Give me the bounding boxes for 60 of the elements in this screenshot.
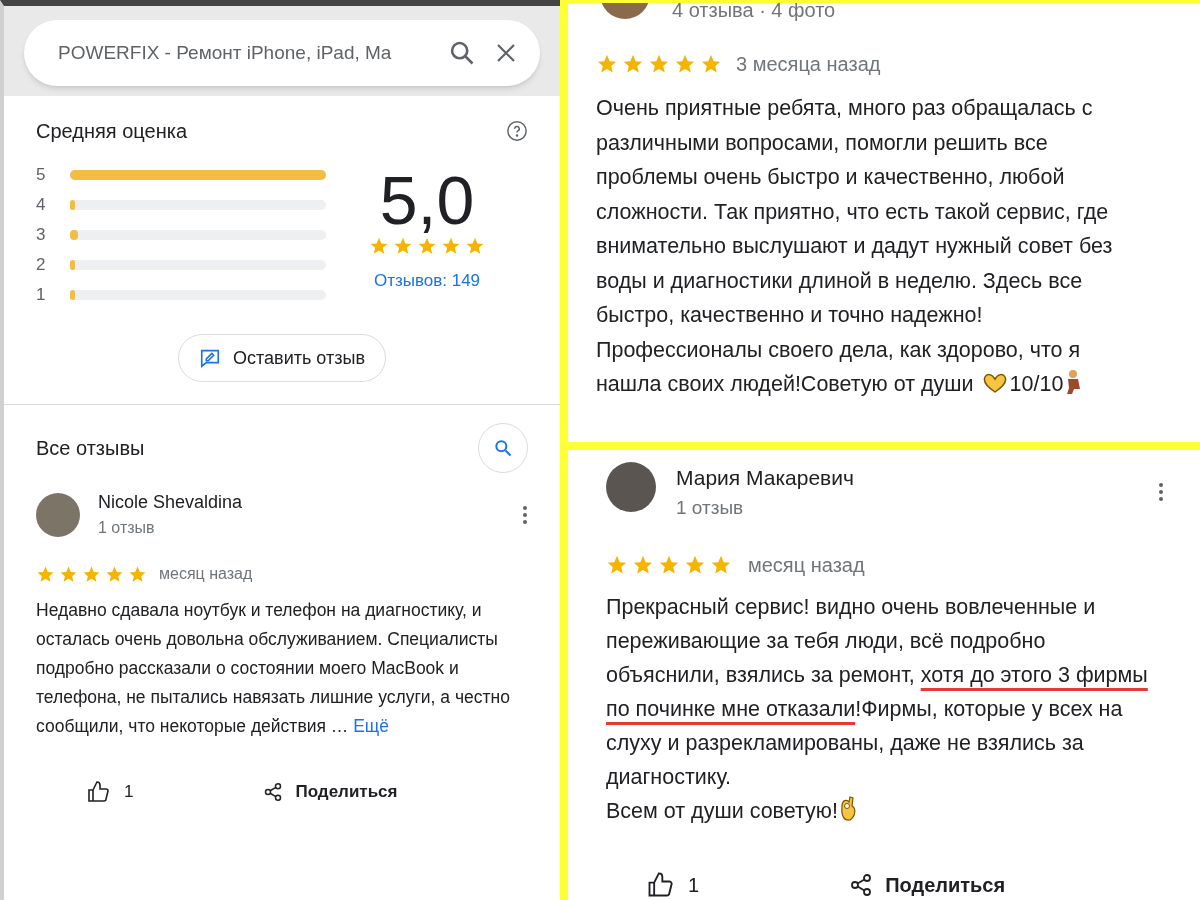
star-icon bbox=[632, 554, 654, 576]
star-icon bbox=[59, 564, 78, 584]
star-icon bbox=[606, 554, 628, 576]
rating-label: 1 bbox=[36, 284, 46, 307]
star-icon bbox=[710, 554, 732, 576]
reviewer-meta: 4 отзыва · 4 фото bbox=[672, 3, 836, 23]
more-options-icon[interactable] bbox=[522, 504, 528, 525]
star-icon bbox=[128, 564, 147, 584]
star-icon bbox=[596, 53, 618, 75]
star-icon bbox=[441, 236, 461, 256]
more-options-icon[interactable] bbox=[1158, 482, 1164, 502]
section-title: Средняя оценка bbox=[36, 119, 187, 144]
review-date: месяц назад bbox=[748, 553, 865, 578]
edit-note-icon bbox=[199, 347, 222, 369]
more-link[interactable]: Ещё bbox=[353, 716, 389, 736]
star-icon bbox=[658, 554, 680, 576]
section-title: Все отзывы bbox=[36, 436, 145, 461]
star-icon bbox=[622, 53, 644, 75]
star-icon bbox=[369, 236, 389, 256]
rating-label: 4 bbox=[36, 194, 46, 217]
review-date: 3 месяца назад bbox=[736, 52, 881, 77]
search-field[interactable]: POWERFIX - Ремонт iPhone, iPad, Ma bbox=[24, 20, 540, 86]
share-icon bbox=[849, 873, 874, 897]
rating-label: 5 bbox=[36, 164, 46, 187]
star-icon bbox=[674, 53, 696, 75]
review-text: Недавно сдавала ноутбук и телефон на диагностику, и осталась очень довольна обслуживанием. Специалисты подробно рассказали о состоянии моего MacBook и телефона, не пытались навязать лишние услуги, а честно сообщили, что некоторые действия … Ещё bbox=[36, 599, 511, 738]
share-button[interactable]: Поделиться bbox=[263, 779, 398, 805]
avatar bbox=[36, 492, 80, 537]
review-date: месяц назад bbox=[159, 564, 253, 584]
star-icon bbox=[465, 236, 485, 256]
reviewer-meta: 1 отзыв bbox=[98, 518, 156, 538]
share-button[interactable]: Поделиться bbox=[849, 870, 1006, 900]
star-icon bbox=[36, 564, 55, 584]
star-icon bbox=[684, 554, 706, 576]
reviewer-name[interactable]: Nicole Shevaldina bbox=[98, 489, 504, 516]
star-icon bbox=[105, 564, 124, 584]
share-icon bbox=[263, 781, 284, 802]
review-text: Прекрасный сервис! видно очень вовлеченные и переживающие за тебя люди, всё подробно объяснили, взялись за ремонт, хотя до этого 3 фирмы по починке мне отказали!Фирмы, которые у всех на слуху и разрекламированы, даже не взялись за диагностику. Всем от души советую! bbox=[606, 594, 1149, 825]
search-reviews-button[interactable] bbox=[478, 423, 528, 473]
star-icon bbox=[393, 236, 413, 256]
star-icon bbox=[82, 564, 101, 584]
rating-label: 3 bbox=[36, 224, 46, 247]
search-icon bbox=[493, 438, 513, 458]
thumbs-up-icon bbox=[646, 871, 674, 899]
review-text: Очень приятные ребята, много раз обращалась с различными вопросами, помогли решить все проблемы очень быстро и качественно, любой сложности. Так приятно, что есть такой сервис, где внимательно выслушают и дадут нужный совет без воды и диагностики длиной в неделю. Здесь все быстро, качественно и точно надежно! Профессионалы своего дела, как здорово, что я нашла своих людей!Советую от души 10/10 bbox=[596, 95, 1114, 398]
star-icon bbox=[417, 236, 437, 256]
star-icon bbox=[700, 53, 722, 75]
reviewer-meta: 1 отзыв bbox=[676, 495, 745, 520]
like-button[interactable]: 1 bbox=[646, 870, 700, 900]
average-score: 5,0 bbox=[379, 164, 475, 236]
avatar bbox=[606, 462, 656, 512]
search-icon[interactable] bbox=[448, 39, 476, 67]
search-query: POWERFIX - Ремонт iPhone, iPad, Ma bbox=[58, 40, 393, 65]
like-button[interactable]: 1 bbox=[86, 779, 134, 805]
reviews-count-link[interactable]: Отзывов: 149 bbox=[373, 268, 481, 294]
reviewer-name[interactable]: Мария Макаревич bbox=[676, 462, 1138, 494]
star-icon bbox=[648, 53, 670, 75]
thumbs-up-icon bbox=[86, 779, 110, 804]
rating-label: 2 bbox=[36, 254, 46, 277]
help-icon[interactable] bbox=[506, 120, 528, 142]
